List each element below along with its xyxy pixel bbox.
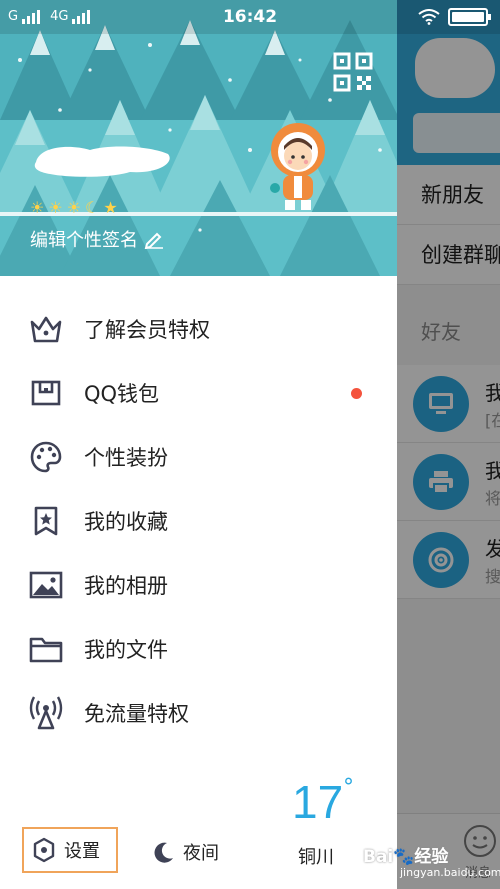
wallet-icon <box>28 375 64 411</box>
weather-degree-symbol: ° <box>343 775 354 800</box>
menu-item-vip-privileges[interactable]: 了解会员特权 <box>0 297 397 361</box>
pencil-icon <box>144 232 163 249</box>
menu-label: 我的收藏 <box>84 510 168 534</box>
sun-icon: ☀ <box>30 198 46 217</box>
folder-icon <box>28 631 64 667</box>
status-icons <box>418 8 491 26</box>
drawer-scrim[interactable] <box>397 0 500 889</box>
sun-icon: ☀ <box>66 198 83 217</box>
side-drawer: ☀ ☀ ☀ ☾ ★ 编辑个性签名 了解会员特权 QQ钱包 个性装扮 我的收藏 我… <box>0 0 397 889</box>
weather-temperature[interactable]: 17 <box>292 775 343 829</box>
edit-signature[interactable]: 编辑个性签名 <box>30 226 164 252</box>
drawer-bottom-bar: 设置 夜间 铜川 <box>0 825 397 889</box>
menu-item-files[interactable]: 我的文件 <box>0 617 397 681</box>
menu-item-album[interactable]: 我的相册 <box>0 553 397 617</box>
night-mode-label: 夜间 <box>183 843 219 864</box>
weather-city[interactable]: 铜川 <box>298 843 334 869</box>
menu-label: 我的文件 <box>84 638 168 662</box>
menu-item-free-data[interactable]: 免流量特权 <box>0 681 397 745</box>
menu-label: 个性装扮 <box>84 446 168 470</box>
menu-label: 免流量特权 <box>84 702 189 726</box>
city-label: 铜川 <box>298 847 334 868</box>
nickname-redacted <box>34 146 170 177</box>
bookmark-star-icon <box>28 503 64 539</box>
crown-icon <box>28 311 64 347</box>
signature-label: 编辑个性签名 <box>30 230 138 251</box>
menu-label: 我的相册 <box>84 574 168 598</box>
night-mode-button[interactable]: 夜间 <box>153 839 219 865</box>
menu-item-favorites[interactable]: 我的收藏 <box>0 489 397 553</box>
menu-label: QQ钱包 <box>84 382 160 406</box>
star-icon: ★ <box>103 198 119 217</box>
settings-label: 设置 <box>64 841 100 862</box>
sun-icon: ☀ <box>48 198 64 217</box>
menu-label: 了解会员特权 <box>84 318 210 342</box>
moon-icon: ☾ <box>85 198 101 217</box>
moon-icon <box>154 842 173 863</box>
wifi-icon <box>418 9 440 25</box>
battery-icon <box>448 8 491 26</box>
drawer-menu: 了解会员特权 QQ钱包 个性装扮 我的收藏 我的相册 我的文件 免流量特权 <box>0 297 397 745</box>
baidu-watermark-url: jingyan.baidu.com <box>400 866 500 879</box>
qq-level-badges[interactable]: ☀ ☀ ☀ ☾ ★ <box>30 198 119 217</box>
status-bar: G 4G 16:42 <box>0 0 500 34</box>
qr-code-icon[interactable] <box>333 52 373 92</box>
profile-header: ☀ ☀ ☀ ☾ ★ 编辑个性签名 <box>0 0 397 276</box>
notification-dot <box>351 388 362 399</box>
photo-icon <box>28 567 64 603</box>
settings-button[interactable]: 设置 <box>22 827 118 873</box>
menu-item-personalize[interactable]: 个性装扮 <box>0 425 397 489</box>
settings-hexagon-icon <box>33 837 55 863</box>
baidu-watermark: Bai🐾经验 <box>363 847 449 867</box>
signal-tower-icon <box>28 695 64 731</box>
palette-icon <box>28 439 64 475</box>
avatar[interactable] <box>263 120 333 215</box>
menu-item-qq-wallet[interactable]: QQ钱包 <box>0 361 397 425</box>
